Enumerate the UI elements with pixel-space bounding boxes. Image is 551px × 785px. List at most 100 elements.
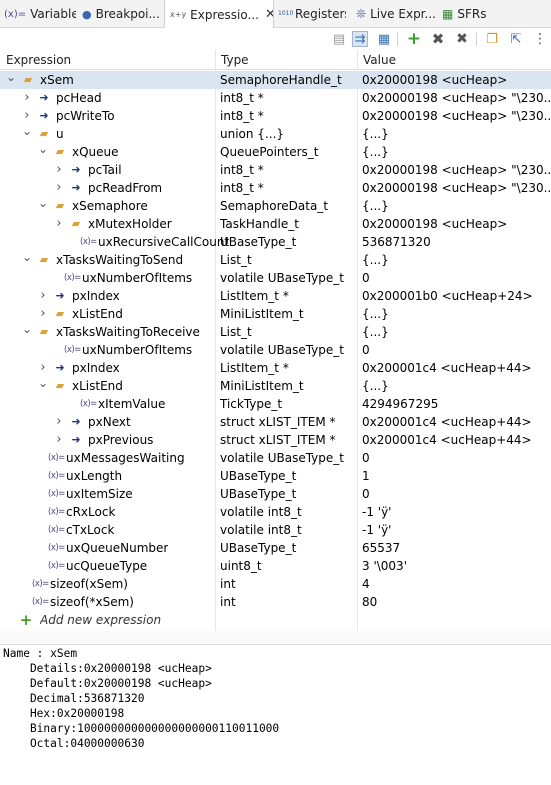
- tree-row[interactable]: (x)= cRxLock volatile int8_t -1 'ÿ': [0, 503, 551, 521]
- tree-row[interactable]: (x)= uxQueueNumber UBaseType_t 65537: [0, 539, 551, 557]
- expression-value[interactable]: 0x200001c4 <ucHeap+44>: [362, 413, 550, 431]
- chevron-down-icon[interactable]: ⌄: [38, 377, 48, 395]
- export-icon[interactable]: ⇱: [508, 31, 524, 47]
- tree-row[interactable]: › ▰ xListEnd MiniListItem_t {...}: [0, 305, 551, 323]
- expression-value[interactable]: 0x200001b0 <ucHeap+24>: [362, 287, 550, 305]
- tree-row[interactable]: (x)= ucQueueType uint8_t 3 '\003': [0, 557, 551, 575]
- chevron-right-icon[interactable]: ›: [38, 287, 48, 305]
- tree-row[interactable]: › ➜ pcTail int8_t * 0x20000198 <ucHeap> "\23…: [0, 161, 551, 179]
- chevron-right-icon[interactable]: ›: [54, 179, 64, 197]
- expression-value[interactable]: -1 'ÿ': [362, 521, 550, 539]
- expression-value[interactable]: {...}: [362, 143, 550, 161]
- expression-value[interactable]: 536871320: [362, 233, 550, 251]
- expression-value[interactable]: 0: [362, 269, 550, 287]
- expression-value[interactable]: 4294967295: [362, 395, 550, 413]
- tree-row[interactable]: (x)= uxItemSize UBaseType_t 0: [0, 485, 551, 503]
- tree-row[interactable]: › ➜ pcHead int8_t * 0x20000198 <ucHeap> "\23…: [0, 89, 551, 107]
- expression-type: int8_t *: [220, 163, 264, 177]
- add-expression-icon[interactable]: +: [406, 30, 422, 47]
- chevron-down-icon[interactable]: ⌄: [6, 71, 16, 89]
- tree-row[interactable]: (x)= uxRecursiveCallCount UBaseType_t 53687…: [0, 233, 551, 251]
- tab-expressions[interactable]: x+yExpressio... ✕: [164, 0, 274, 29]
- expression-value[interactable]: 0: [362, 341, 550, 359]
- expression-value[interactable]: 3 '\003': [362, 557, 550, 575]
- chevron-down-icon[interactable]: ⌄: [22, 251, 32, 269]
- tree-row[interactable]: ⌄ ▰ xTasksWaitingToReceive List_t {...}: [0, 323, 551, 341]
- chevron-right-icon[interactable]: ›: [54, 431, 64, 449]
- remove-icon[interactable]: ✖: [430, 31, 446, 47]
- expression-value[interactable]: 0x20000198 <ucHeap>: [362, 215, 550, 233]
- view-menu-icon[interactable]: ⋮: [532, 31, 548, 47]
- tree-row[interactable]: ⌄ ▰ xSem SemaphoreHandle_t 0x20000198 <ucHea…: [0, 71, 551, 89]
- chevron-right-icon[interactable]: ›: [38, 305, 48, 323]
- close-icon[interactable]: ✕: [265, 7, 273, 22]
- expression-value[interactable]: 0x20000198 <ucHeap> "\230...: [362, 89, 550, 107]
- tree-row[interactable]: (x)= uxLength UBaseType_t 1: [0, 467, 551, 485]
- column-expression[interactable]: Expression: [6, 50, 71, 70]
- chevron-down-icon[interactable]: ⌄: [22, 125, 32, 143]
- expression-value[interactable]: {...}: [362, 251, 550, 269]
- expression-value[interactable]: 0x20000198 <ucHeap>: [362, 71, 550, 89]
- tree-row[interactable]: (x)= uxNumberOfItems volatile UBaseType_t 0: [0, 341, 551, 359]
- expression-value[interactable]: 0x20000198 <ucHeap> "\230...: [362, 107, 550, 125]
- expression-value[interactable]: -1 'ÿ': [362, 503, 550, 521]
- expression-value[interactable]: 0x20000198 <ucHeap> "\230...: [362, 179, 550, 197]
- chevron-right-icon[interactable]: ›: [38, 359, 48, 377]
- chevron-down-icon[interactable]: ⌄: [22, 323, 32, 341]
- chevron-right-icon[interactable]: ›: [22, 89, 32, 107]
- tree-row[interactable]: (x)= uxNumberOfItems volatile UBaseType_t 0: [0, 269, 551, 287]
- tree-row[interactable]: › ➜ pcWriteTo int8_t * 0x20000198 <ucHeap> "…: [0, 107, 551, 125]
- new-folder-icon[interactable]: ❐: [484, 31, 500, 47]
- chevron-right-icon[interactable]: ›: [54, 215, 64, 233]
- expression-value[interactable]: {...}: [362, 377, 550, 395]
- expression-type: volatile int8_t: [220, 523, 302, 537]
- tree-row[interactable]: (x)= xItemValue TickType_t 4294967295: [0, 395, 551, 413]
- tree-row[interactable]: (x)= sizeof(*xSem) int 80: [0, 593, 551, 611]
- expression-value[interactable]: 0: [362, 485, 550, 503]
- expression-value[interactable]: 80: [362, 593, 550, 611]
- tree-row[interactable]: ⌄ ▰ xListEnd MiniListItem_t {...}: [0, 377, 551, 395]
- expression-value[interactable]: {...}: [362, 197, 550, 215]
- details-splitter[interactable]: [0, 631, 551, 645]
- tree-row[interactable]: ⌄ ▰ u union {...} {...}: [0, 125, 551, 143]
- add-expression-row[interactable]: + Add new expression: [0, 611, 551, 629]
- tree-row[interactable]: › ➜ pxNext struct xLIST_ITEM * 0x200001c4 <u…: [0, 413, 551, 431]
- chevron-down-icon[interactable]: ⌄: [38, 197, 48, 215]
- chevron-right-icon[interactable]: ›: [22, 107, 32, 125]
- tab-variables[interactable]: (x)=Variables: [0, 0, 76, 28]
- expression-value[interactable]: 0x20000198 <ucHeap> "\230...: [362, 161, 550, 179]
- expression-value[interactable]: {...}: [362, 323, 550, 341]
- tree-row[interactable]: › ➜ pxIndex ListItem_t * 0x200001b0 <ucHeap+…: [0, 287, 551, 305]
- tab-live-expressions[interactable]: ❊ Live Expr...: [354, 0, 438, 28]
- expression-value[interactable]: {...}: [362, 305, 550, 323]
- expression-value[interactable]: 4: [362, 575, 550, 593]
- chevron-right-icon[interactable]: ›: [54, 161, 64, 179]
- tree-row[interactable]: ⌄ ▰ xTasksWaitingToSend List_t {...}: [0, 251, 551, 269]
- tree-row[interactable]: (x)= uxMessagesWaiting volatile UBaseType_…: [0, 449, 551, 467]
- show-type-names-icon[interactable]: ▦: [376, 31, 392, 47]
- column-type[interactable]: Type: [221, 50, 249, 70]
- tab-sfrs[interactable]: ▦ SFRs: [440, 0, 500, 28]
- expression-value[interactable]: 0x200001c4 <ucHeap+44>: [362, 359, 550, 377]
- tab-breakpoints[interactable]: ● Breakpoi...: [78, 0, 162, 28]
- chevron-right-icon[interactable]: ›: [54, 413, 64, 431]
- tree-row[interactable]: (x)= cTxLock volatile int8_t -1 'ÿ': [0, 521, 551, 539]
- tree-row[interactable]: › ➜ pxIndex ListItem_t * 0x200001c4 <ucHeap+…: [0, 359, 551, 377]
- select-all-icon[interactable]: ⇉: [352, 31, 368, 47]
- column-value[interactable]: Value: [363, 50, 396, 70]
- expression-value[interactable]: 0: [362, 449, 550, 467]
- expression-value[interactable]: {...}: [362, 125, 550, 143]
- tree-row[interactable]: › ➜ pxPrevious struct xLIST_ITEM * 0x200001c…: [0, 431, 551, 449]
- tab-registers[interactable]: 1010 Registers: [276, 0, 346, 28]
- chevron-down-icon[interactable]: ⌄: [38, 143, 48, 161]
- remove-all-icon[interactable]: ✖: [454, 31, 470, 47]
- expression-value[interactable]: 1: [362, 467, 550, 485]
- expression-value[interactable]: 0x200001c4 <ucHeap+44>: [362, 431, 550, 449]
- tree-row[interactable]: › ▰ xMutexHolder TaskHandle_t 0x20000198 <uc…: [0, 215, 551, 233]
- tree-row[interactable]: › ➜ pcReadFrom int8_t * 0x20000198 <ucHeap> …: [0, 179, 551, 197]
- tree-row[interactable]: ⌄ ▰ xSemaphore SemaphoreData_t {...}: [0, 197, 551, 215]
- tree-row[interactable]: ⌄ ▰ xQueue QueuePointers_t {...}: [0, 143, 551, 161]
- collapse-all-icon[interactable]: ▤: [331, 31, 347, 47]
- tree-row[interactable]: (x)= sizeof(xSem) int 4: [0, 575, 551, 593]
- expression-value[interactable]: 65537: [362, 539, 550, 557]
